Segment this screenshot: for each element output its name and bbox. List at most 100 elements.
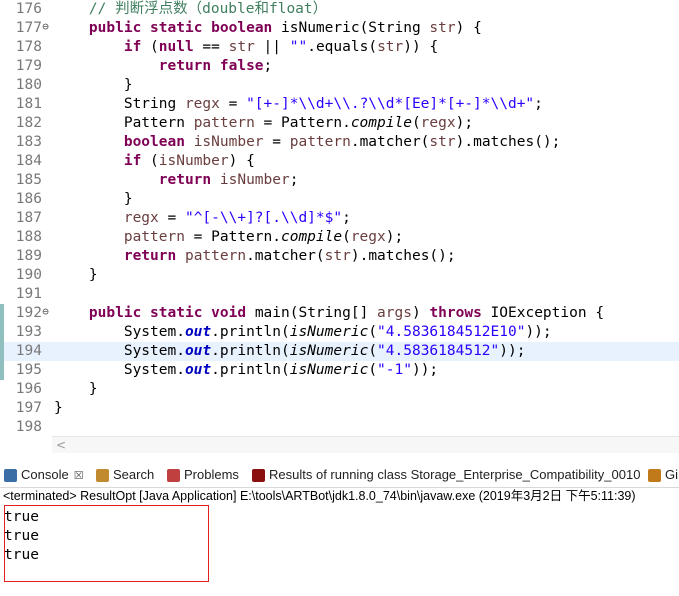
code-token: .equals( <box>307 39 378 55</box>
code-line[interactable]: 185 return isNumber; <box>0 171 679 190</box>
code-line[interactable]: 186 } <box>0 190 679 209</box>
code-editor[interactable]: 176 // 判断浮点数（double和float） 177 ⊖ public st… <box>0 0 679 437</box>
tab-console[interactable]: Console ☒ <box>4 463 84 487</box>
tab-problems[interactable]: Problems <box>167 463 239 487</box>
code-token: null <box>158 39 194 55</box>
code-line[interactable]: 190 } <box>0 266 679 285</box>
tab-results[interactable]: Results of running class Storage_Enterpr… <box>252 463 640 487</box>
code-token: static <box>150 305 203 321</box>
code-token: ( <box>368 324 378 340</box>
code-token: args <box>377 305 412 321</box>
code-token: ).matches(); <box>455 134 561 150</box>
tab-label: Gi <box>665 467 678 482</box>
fold-toggle-icon[interactable]: ⊖ <box>42 21 49 32</box>
code-text: // 判断浮点数（double和float） <box>54 0 327 19</box>
code-line[interactable]: 195 System.out.println(isNumeric("-1")); <box>0 361 679 380</box>
scroll-left-icon[interactable]: < <box>56 437 66 453</box>
code-token: ( <box>368 343 378 359</box>
code-token: out <box>184 324 212 340</box>
code-token: "4.5836184512E10" <box>377 324 526 340</box>
line-number: 182 <box>15 115 42 131</box>
line-number: 197 <box>15 400 42 416</box>
code-line[interactable]: 193 System.out.println(isNumeric("4.5836… <box>0 323 679 342</box>
line-number: 187 <box>15 210 42 226</box>
code-text: } <box>54 380 98 399</box>
code-line[interactable]: 198 <box>0 418 679 437</box>
code-token: } <box>54 400 63 416</box>
fold-toggle-icon[interactable]: ⊖ <box>42 306 49 317</box>
code-text: System.out.println(isNumeric("4.58361845… <box>54 323 552 342</box>
code-token: public <box>88 20 142 36</box>
junit-results-icon <box>252 469 265 483</box>
code-token: "4.5836184512" <box>377 343 500 359</box>
code-text: System.out.println(isNumeric("4.58361845… <box>54 342 526 361</box>
tab-search[interactable]: Search <box>96 463 154 487</box>
code-line[interactable]: 189 return pattern.matcher(str).matches(… <box>0 247 679 266</box>
code-token: throws <box>429 305 482 321</box>
code-line[interactable]: 183 boolean isNumber = pattern.matcher(s… <box>0 133 679 152</box>
code-token: isNumeric <box>289 324 369 340</box>
code-line[interactable]: 177 ⊖ public static boolean isNumeric(Str… <box>0 19 679 38</box>
code-token: System. <box>54 343 185 359</box>
code-token: isNumeric <box>289 343 369 359</box>
code-token: out <box>184 343 212 359</box>
code-line[interactable]: 187 regx = "^[-\\+]?[.\\d]*$"; <box>0 209 679 228</box>
code-token: regx <box>123 210 159 226</box>
search-icon <box>96 469 109 483</box>
code-line[interactable]: 184 if (isNumber) { <box>0 152 679 171</box>
line-number: 198 <box>15 419 42 435</box>
code-token: public <box>88 305 142 321</box>
console-view-tabbar: Console ☒ Search Problems Results of running… <box>0 463 679 488</box>
tab-gi[interactable]: Gi <box>648 463 678 487</box>
line-number: 184 <box>15 153 42 169</box>
close-tab-icon[interactable]: ☒ <box>74 470 84 482</box>
console-status-line: <terminated> ResultOpt [Java Application… <box>3 489 636 503</box>
code-line[interactable]: 191 <box>0 285 679 304</box>
code-token: isNumber <box>158 153 229 169</box>
code-line[interactable]: 182 Pattern pattern = Pattern.compile(re… <box>0 114 679 133</box>
code-line[interactable]: 181 String regx = "[+-]*\\d+\\.?\\d*[Ee]… <box>0 95 679 114</box>
code-token: == <box>193 39 229 55</box>
code-token: .println( <box>211 362 290 378</box>
code-token: ; <box>263 58 273 74</box>
code-token: .println( <box>211 343 290 359</box>
line-number: 178 <box>15 39 42 55</box>
code-token: )); <box>499 343 526 359</box>
code-token: compile <box>350 115 412 131</box>
code-line[interactable]: 176 // 判断浮点数（double和float） <box>0 0 679 19</box>
code-text: } <box>54 190 133 209</box>
code-line[interactable]: 194 System.out.println(isNumeric("4.5836… <box>0 342 679 361</box>
code-line[interactable]: 197} <box>0 399 679 418</box>
code-token: = Pattern. <box>184 229 281 245</box>
code-token: } <box>54 381 98 397</box>
code-token: out <box>184 362 212 378</box>
code-token: void <box>211 305 247 321</box>
code-line[interactable]: 178 if (null == str || "".equals(str)) { <box>0 38 679 57</box>
code-text: } <box>54 76 133 95</box>
code-token: compile <box>280 229 343 245</box>
code-token: = <box>158 210 185 226</box>
code-token: ( <box>368 362 378 378</box>
code-token: if <box>123 39 142 55</box>
code-token: pattern <box>123 229 185 245</box>
code-line[interactable]: 192 ⊖ public static void main(String[] ar… <box>0 304 679 323</box>
horizontal-scrollbar[interactable]: < <box>52 436 679 453</box>
code-line[interactable]: 196 } <box>0 380 679 399</box>
code-line[interactable]: 180 } <box>0 76 679 95</box>
code-line[interactable]: 179 return false; <box>0 57 679 76</box>
code-text: if (null == str || "".equals(str)) { <box>54 38 438 57</box>
code-token: } <box>54 267 98 283</box>
line-number: 180 <box>15 77 42 93</box>
code-token: )); <box>411 362 439 378</box>
code-token: ) { <box>228 153 255 169</box>
line-number: 191 <box>15 286 42 302</box>
code-text: } <box>54 266 98 285</box>
code-line[interactable]: 188 pattern = Pattern.compile(regx); <box>0 228 679 247</box>
code-token: str <box>429 134 456 150</box>
